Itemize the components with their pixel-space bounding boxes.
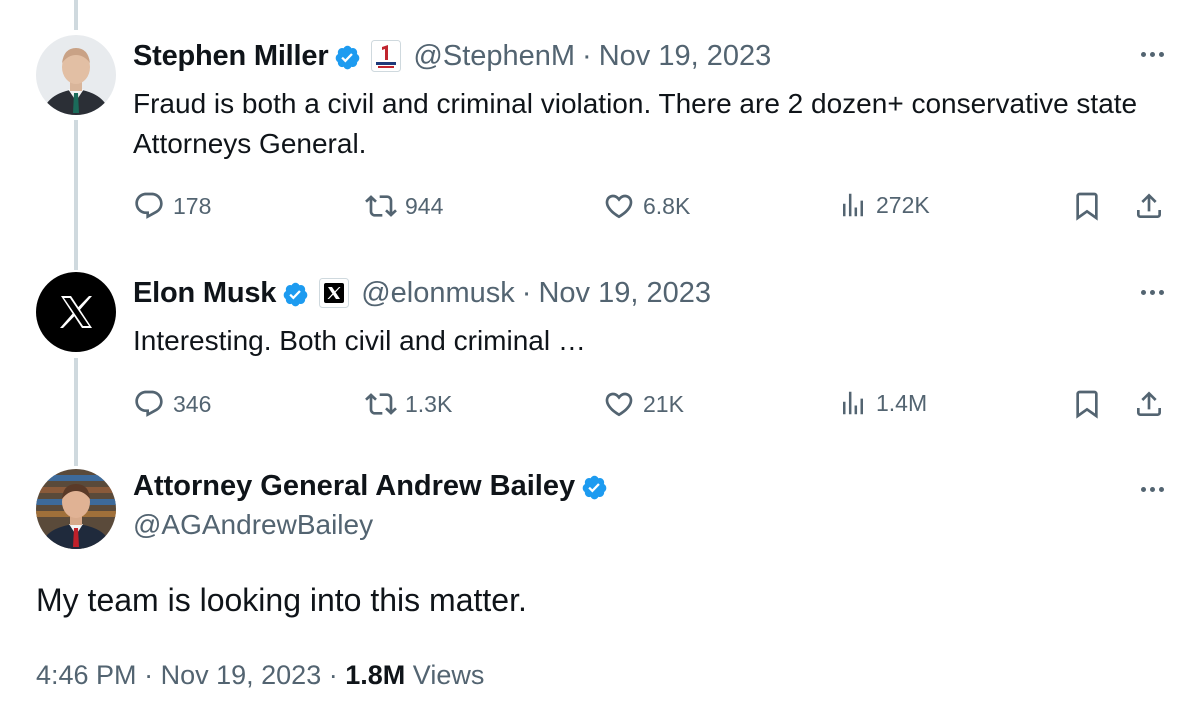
verified-badge-icon	[334, 44, 361, 71]
tweet-text: Fraud is both a civil and criminal viola…	[133, 88, 1138, 159]
author-handle[interactable]: @StephenM	[413, 40, 575, 73]
like-count: 6.8K	[643, 192, 691, 219]
share-icon	[1137, 193, 1161, 218]
tweet-2-header: Elon Musk @elonmusk · Nov 19, 2023	[133, 273, 711, 313]
thread-line-top	[74, 0, 78, 30]
thread-line-1	[74, 120, 78, 270]
separator: ·	[328, 660, 338, 690]
more-icon[interactable]	[1141, 52, 1164, 57]
affiliate-badge-icon[interactable]	[371, 40, 402, 72]
tweet-1-header: Stephen Miller @StephenM · Nov 19, 2023	[133, 36, 771, 76]
repost-count: 1.3K	[405, 390, 453, 417]
verified-badge-icon	[282, 281, 309, 308]
reply-button[interactable]: 346	[133, 388, 211, 420]
like-button[interactable]: 6.8K	[603, 190, 690, 222]
author-handle[interactable]: @elonmusk	[361, 277, 515, 310]
main-tweet-text: My team is looking into this matter.	[36, 582, 527, 618]
like-button[interactable]: 21K	[603, 388, 684, 420]
views-count: 1.4M	[876, 389, 928, 416]
verified-badge-icon	[581, 474, 608, 501]
tweet-1-actions: 178 944 6.8K 272K	[133, 190, 1168, 226]
like-icon	[605, 194, 633, 219]
reply-count: 178	[173, 192, 212, 219]
share-icon	[1137, 391, 1161, 416]
more-icon[interactable]	[1141, 487, 1164, 492]
tweet-text: Interesting. Both civil and criminal …	[133, 325, 586, 356]
views-icon	[843, 391, 863, 415]
bookmark-button[interactable]	[1071, 190, 1103, 222]
separator: ·	[521, 276, 532, 309]
thread-line-2	[74, 358, 78, 466]
share-button[interactable]	[1133, 190, 1165, 222]
more-icon[interactable]	[1141, 290, 1164, 295]
author-handle[interactable]: @AGAndrewBailey	[133, 509, 608, 541]
tweet-date[interactable]: Nov 19, 2023	[161, 660, 322, 690]
author-name[interactable]: Stephen Miller	[133, 40, 329, 73]
repost-icon	[365, 393, 397, 415]
repost-icon	[365, 195, 397, 217]
avatar[interactable]	[36, 469, 116, 549]
reply-icon	[135, 192, 163, 219]
author-name[interactable]: Elon Musk	[133, 277, 276, 310]
repost-button[interactable]: 944	[365, 190, 443, 222]
reply-count: 346	[173, 390, 212, 417]
share-button[interactable]	[1133, 388, 1165, 420]
bookmark-icon	[1076, 192, 1098, 221]
reply-icon	[135, 390, 163, 417]
reply-button[interactable]: 178	[133, 190, 211, 222]
repost-count: 944	[405, 192, 444, 219]
views-count: 272K	[876, 191, 930, 218]
bookmark-button[interactable]	[1071, 388, 1103, 420]
bookmark-icon	[1076, 390, 1098, 419]
views-button[interactable]: 1.4M	[838, 388, 927, 418]
repost-button[interactable]: 1.3K	[365, 388, 452, 420]
tweet-date[interactable]: Nov 19, 2023	[538, 277, 711, 310]
like-count: 21K	[643, 390, 684, 417]
views-button[interactable]: 272K	[838, 190, 930, 220]
tweet-time[interactable]: 4:46 PM	[36, 660, 137, 690]
main-tweet-header: Attorney General Andrew Bailey @AGAndrew…	[133, 470, 608, 541]
like-icon	[605, 392, 633, 417]
views-label: Views	[412, 660, 485, 690]
x-logo-icon[interactable]	[319, 278, 350, 308]
tweet-date[interactable]: Nov 19, 2023	[599, 40, 772, 73]
tweet-meta: 4:46 PM · Nov 19, 2023 · 1.8M Views	[36, 660, 484, 691]
views-icon	[843, 193, 863, 217]
separator: ·	[144, 660, 154, 690]
avatar[interactable]	[36, 272, 116, 352]
view-count: 1.8M	[345, 660, 406, 690]
avatar[interactable]	[36, 35, 116, 115]
tweet-2-actions: 346 1.3K 21K 1.4M	[133, 388, 1168, 424]
author-name[interactable]: Attorney General Andrew Bailey	[133, 470, 575, 503]
separator: ·	[582, 39, 592, 72]
